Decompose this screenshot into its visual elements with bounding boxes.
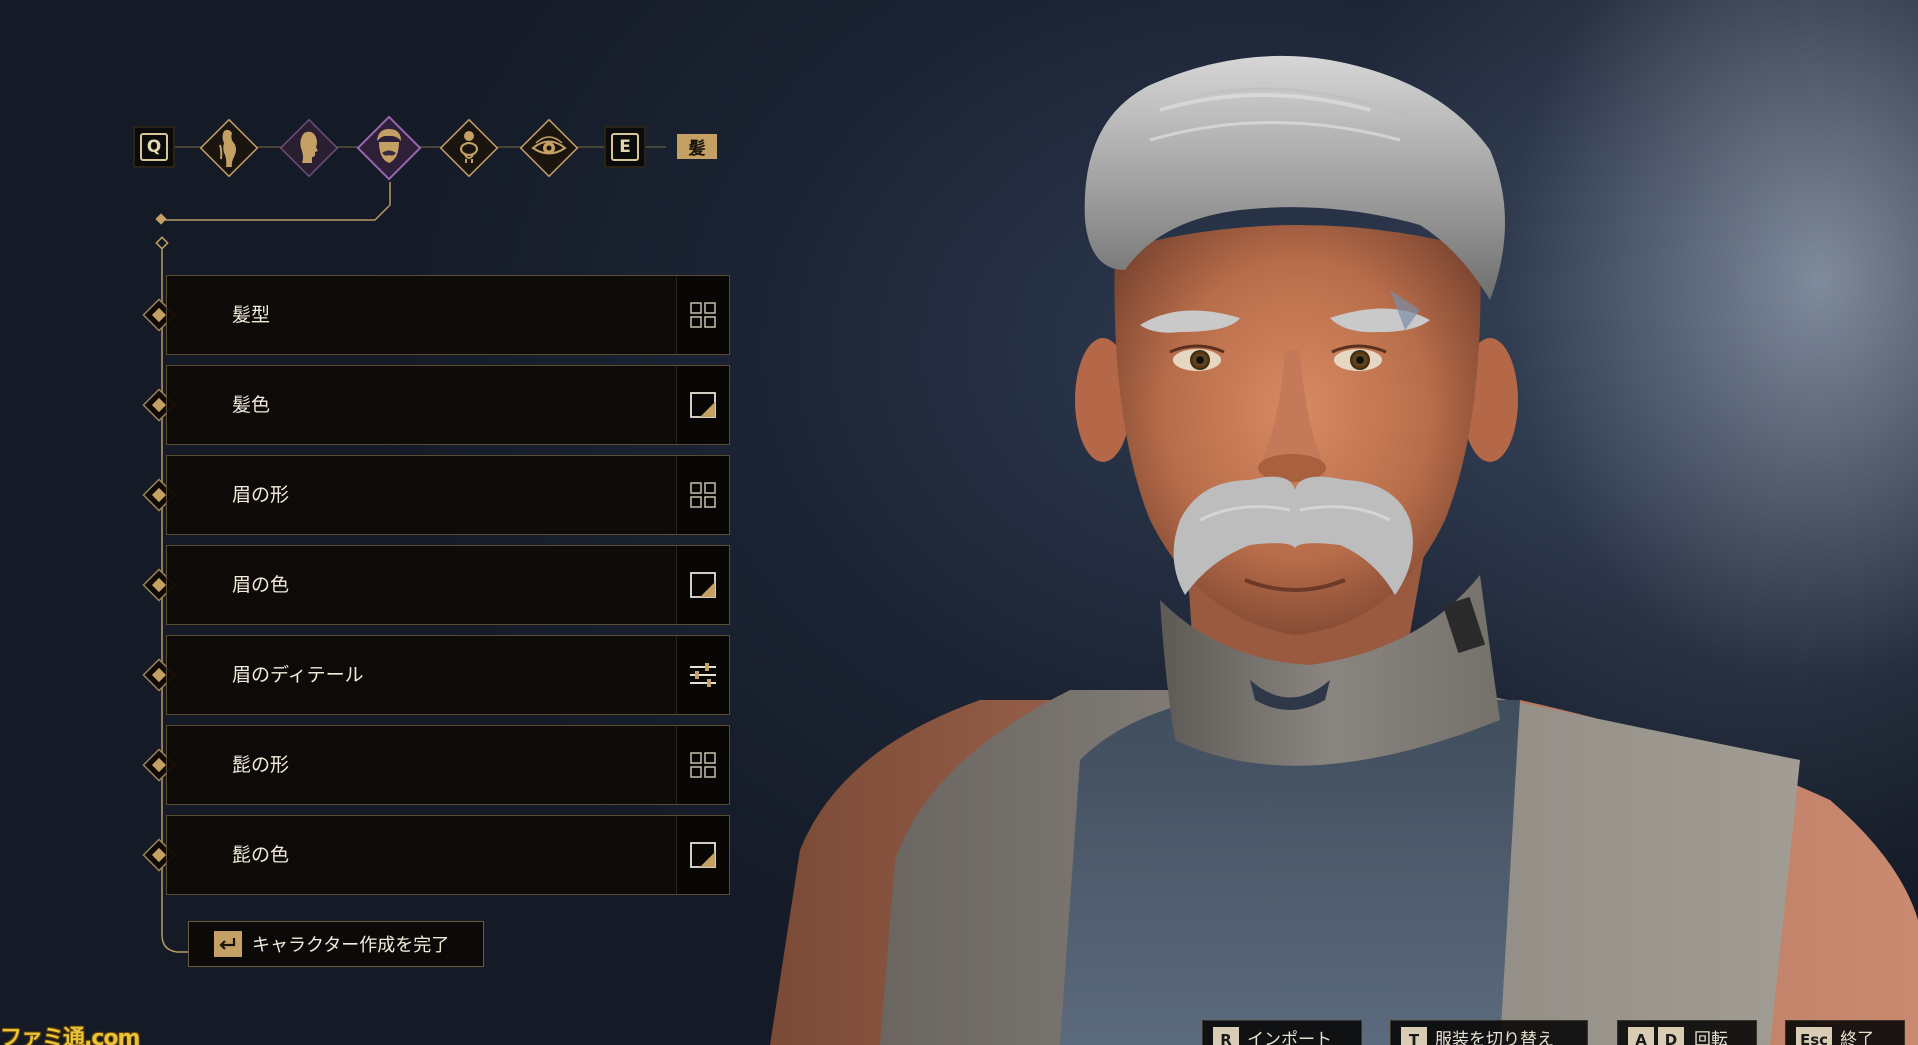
character-creation-screen: Q E 髪 髪型 髪色 眉の形 眉の色 眉のディテール 髭の形 髭の色 キャラク… xyxy=(0,0,1918,1045)
hint-key: T xyxy=(1401,1027,1427,1045)
watermark-logo: ファミ通.com xyxy=(0,1026,140,1045)
sliders-icon xyxy=(676,636,729,714)
option-row-beard-color[interactable]: 髭の色 xyxy=(166,815,730,895)
finish-character-button[interactable]: キャラクター作成を完了 xyxy=(188,921,484,967)
option-label: 髭の色 xyxy=(232,844,290,866)
option-label: 眉の色 xyxy=(232,574,290,596)
color-swatch-icon xyxy=(676,546,729,624)
category-face-hair-button[interactable] xyxy=(356,115,422,181)
option-label: 髪色 xyxy=(232,394,271,416)
hint-key: Esc xyxy=(1796,1027,1833,1045)
hint-label: インポート xyxy=(1247,1030,1332,1045)
prev-category-key[interactable]: Q xyxy=(133,126,175,168)
option-row-hair-color[interactable]: 髪色 xyxy=(166,365,730,445)
option-row-eyebrow-color[interactable]: 眉の色 xyxy=(166,545,730,625)
color-swatch-icon xyxy=(676,366,729,444)
option-row-eyebrow-shape[interactable]: 眉の形 xyxy=(166,455,730,535)
hint-key: D xyxy=(1658,1027,1684,1045)
category-body-button[interactable] xyxy=(196,115,262,181)
category-head-button[interactable] xyxy=(276,115,342,181)
exit-hint-button[interactable]: Esc 終了 xyxy=(1785,1020,1905,1045)
category-eye-button[interactable] xyxy=(516,115,582,181)
import-hint-button[interactable]: R インポート xyxy=(1202,1020,1362,1045)
hint-label: 回転 xyxy=(1694,1030,1728,1045)
q-key-label: Q xyxy=(140,133,168,161)
option-label: 髭の形 xyxy=(232,754,290,776)
option-row-beard-shape[interactable]: 髭の形 xyxy=(166,725,730,805)
option-row-hairstyle[interactable]: 髪型 xyxy=(166,275,730,355)
option-label: 髪型 xyxy=(232,304,271,326)
option-label: 眉の形 xyxy=(232,484,290,506)
next-category-key[interactable]: E xyxy=(604,126,646,168)
option-label: 眉のディテール xyxy=(232,664,364,686)
enter-icon xyxy=(214,931,242,957)
current-section-label: 髪 xyxy=(677,134,717,159)
color-swatch-icon xyxy=(676,816,729,894)
hint-label: 服装を切り替え xyxy=(1435,1030,1554,1045)
option-row-eyebrow-detail[interactable]: 眉のディテール xyxy=(166,635,730,715)
hint-key: A xyxy=(1628,1027,1654,1045)
finish-button-label: キャラクター作成を完了 xyxy=(252,935,450,956)
grid-icon xyxy=(676,726,729,804)
hint-label: 終了 xyxy=(1840,1030,1875,1045)
e-key-label: E xyxy=(611,133,639,161)
grid-icon xyxy=(676,456,729,534)
toggle-outfit-hint-button[interactable]: T 服装を切り替え xyxy=(1390,1020,1588,1045)
category-ornament-button[interactable] xyxy=(436,115,502,181)
hint-key: R xyxy=(1213,1027,1239,1045)
grid-icon xyxy=(676,276,729,354)
rotate-hint-button[interactable]: A D 回転 xyxy=(1617,1020,1757,1045)
